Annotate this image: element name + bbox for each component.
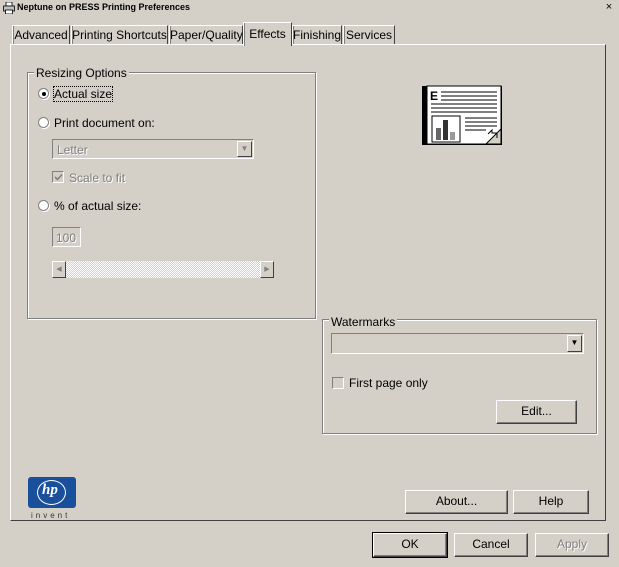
help-button[interactable]: Help: [513, 490, 589, 514]
tab-printing-shortcuts[interactable]: Printing Shortcuts: [71, 25, 168, 45]
edit-button[interactable]: Edit...: [496, 400, 577, 424]
close-icon[interactable]: ×: [603, 2, 615, 14]
percent-actual-size-radio[interactable]: [38, 200, 49, 211]
percent-actual-size-label[interactable]: % of actual size:: [54, 199, 141, 213]
radio-dot: [42, 92, 46, 96]
chevron-left-icon[interactable]: ◀: [52, 261, 66, 278]
scale-slider[interactable]: ◀ ▶: [52, 261, 274, 278]
slider-track[interactable]: [66, 261, 260, 278]
scale-to-fit-label: Scale to fit: [69, 171, 126, 185]
tab-effects[interactable]: Effects: [243, 22, 292, 46]
hp-logo-text: hp: [42, 482, 58, 498]
svg-text:E: E: [430, 89, 438, 103]
print-document-on-label[interactable]: Print document on:: [54, 116, 155, 130]
hp-logo: hp invent: [28, 477, 76, 521]
actual-size-radio[interactable]: [38, 88, 49, 99]
paper-size-select[interactable]: Letter ▼: [52, 139, 254, 159]
title-bar[interactable]: Neptune on PRESS Printing Preferences ×: [0, 0, 619, 17]
checkmark-icon: [54, 173, 63, 181]
watermark-select[interactable]: ▼: [331, 333, 584, 354]
print-document-on-radio[interactable]: [38, 117, 49, 128]
tab-services[interactable]: Services: [343, 25, 395, 45]
scale-to-fit-checkbox[interactable]: [52, 171, 64, 183]
watermarks-legend: Watermarks: [329, 315, 398, 329]
percent-input[interactable]: 100: [52, 227, 81, 247]
paper-size-value: Letter: [57, 143, 88, 157]
chevron-down-icon[interactable]: ▼: [567, 335, 582, 352]
ok-button[interactable]: OK: [372, 532, 448, 558]
first-page-only-checkbox[interactable]: [332, 377, 344, 389]
chevron-right-icon[interactable]: ▶: [260, 261, 274, 278]
window-title: Neptune on PRESS Printing Preferences: [17, 2, 191, 12]
resizing-options-legend: Resizing Options: [34, 66, 129, 80]
document-preview-icon: E: [422, 85, 502, 145]
actual-size-label[interactable]: Actual size: [52, 86, 114, 102]
hp-logo-badge: hp: [28, 477, 76, 508]
tab-advanced[interactable]: Advanced: [12, 25, 70, 45]
about-button[interactable]: About...: [405, 490, 508, 514]
chevron-down-icon[interactable]: ▼: [237, 141, 252, 157]
printer-icon: [3, 2, 15, 14]
resizing-options-group: [27, 72, 316, 319]
hp-tagline: invent: [31, 511, 71, 520]
first-page-only-label[interactable]: First page only: [349, 376, 428, 390]
tab-finishing[interactable]: Finishing: [292, 25, 342, 45]
cancel-button[interactable]: Cancel: [454, 533, 528, 557]
apply-button[interactable]: Apply: [535, 533, 609, 557]
tab-paper-quality[interactable]: Paper/Quality: [169, 25, 243, 45]
